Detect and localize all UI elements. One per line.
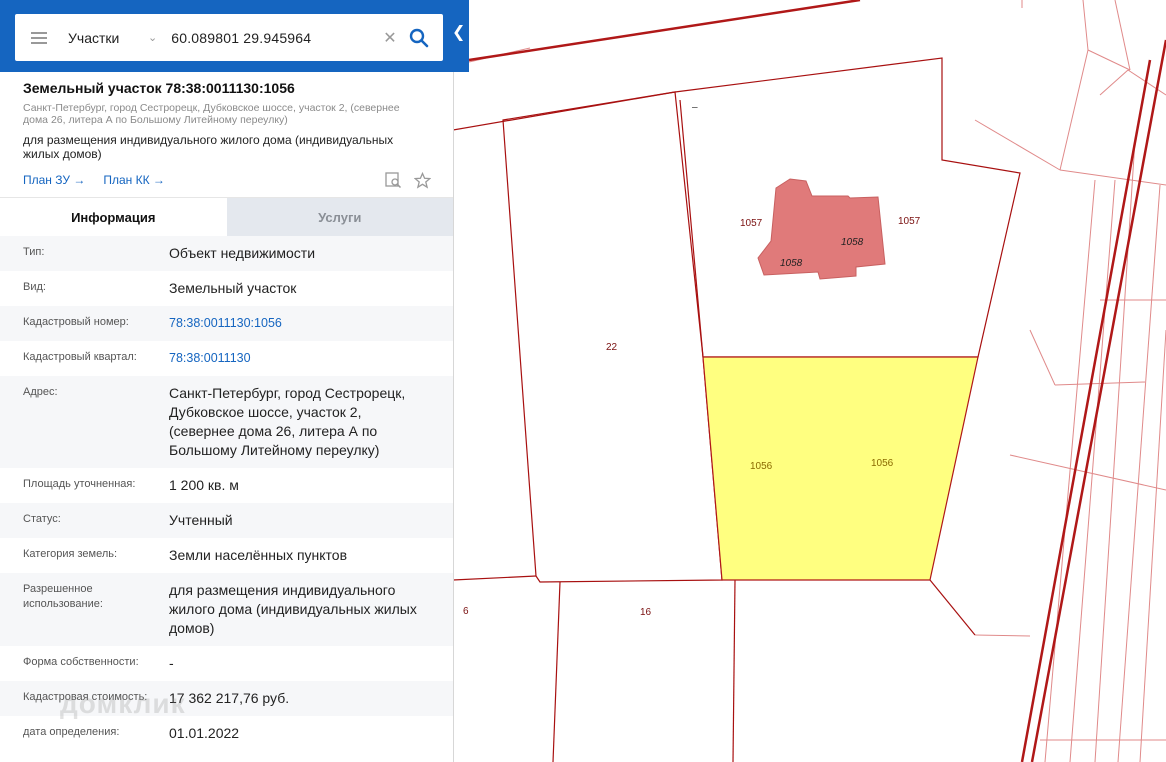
- field-value: -: [169, 655, 174, 671]
- parcel-label-1057: 1057: [740, 218, 763, 229]
- info-row-cadastral-quarter: Кадастровый квартал: 78:38:0011130: [0, 341, 453, 376]
- search-box: Участки ⌄ 60.089801 29.945964 ✕: [15, 14, 443, 61]
- info-row-type: Тип: Объект недвижимости: [0, 236, 453, 271]
- field-value: Учтенный: [169, 512, 233, 528]
- search-input[interactable]: 60.089801 29.945964: [171, 30, 371, 46]
- info-panel: Земельный участок 78:38:0011130:1056 Сан…: [0, 72, 454, 762]
- search-bar-container: Участки ⌄ 60.089801 29.945964 ✕ ❮: [0, 0, 469, 72]
- field-value-line: (севернее дома 26, литера А по: [169, 423, 378, 439]
- card-title: Земельный участок 78:38:0011130:1056: [23, 80, 295, 96]
- field-label: дата определения:: [23, 726, 120, 738]
- star-icon[interactable]: [414, 171, 431, 189]
- field-value: Земли населённых пунктов: [169, 547, 348, 563]
- field-label: Разрешенное использование:: [23, 581, 169, 638]
- field-label: Категория земель:: [23, 548, 118, 560]
- field-value: 1 200 кв. м: [169, 477, 239, 493]
- field-value: 17 362 217,76 руб.: [169, 690, 290, 706]
- field-value-line: Дубковское шоссе, участок 2,: [169, 404, 362, 420]
- parcel-label-16: 16: [640, 607, 652, 618]
- card-purpose-line: для размещения индивидуального жилого до…: [23, 133, 394, 147]
- field-label: Кадастровый квартал:: [23, 351, 137, 363]
- tab-services[interactable]: Услуги: [226, 198, 453, 236]
- chevron-down-icon[interactable]: ⌄: [148, 31, 157, 44]
- card-purpose: для размещения индивидуального жилого до…: [23, 133, 431, 161]
- collapse-panel-icon[interactable]: ❮: [452, 22, 465, 42]
- info-row-cadastral-number: Кадастровый номер: 78:38:0011130:1056: [0, 306, 453, 341]
- field-value-line: жилого дома (индивидуальных жилых: [169, 601, 417, 617]
- info-row-area: Площадь уточненная: 1 200 кв. м: [0, 468, 453, 503]
- menu-icon[interactable]: [31, 31, 47, 44]
- search-icon[interactable]: [409, 28, 429, 48]
- field-value-line: для размещения индивидуального: [169, 582, 396, 598]
- field-label: Вид:: [23, 281, 46, 293]
- field-label-line: Разрешенное: [23, 583, 93, 595]
- info-row-date: дата определения: 01.01.2022: [0, 716, 453, 751]
- field-label: Форма собственности:: [23, 656, 139, 668]
- field-label: Тип:: [23, 246, 45, 258]
- field-label: Кадастровый номер:: [23, 316, 129, 328]
- parcel-label-1057: 1057: [898, 216, 921, 227]
- field-value: Земельный участок: [169, 280, 297, 296]
- card-address-line: Санкт-Петербург, город Сестрорецк, Дубко…: [23, 102, 400, 114]
- field-value: для размещения индивидуального жилого до…: [169, 581, 431, 638]
- layer-select[interactable]: Участки: [68, 30, 130, 46]
- parcel-label-1056: 1056: [871, 458, 894, 469]
- building-1058[interactable]: [757, 178, 886, 280]
- info-row-address: Адрес: Санкт-Петербург, город Сестрорецк…: [0, 376, 453, 468]
- card-links: План ЗУ → План КК →: [23, 170, 431, 190]
- field-label-line: использование:: [23, 598, 103, 610]
- map-mark: –: [691, 102, 698, 113]
- parcel-label-6: 6: [463, 606, 469, 617]
- field-value: Объект недвижимости: [169, 245, 316, 261]
- field-value: Санкт-Петербург, город Сестрорецк, Дубко…: [169, 384, 431, 460]
- info-row-ownership: Форма собственности: -: [0, 646, 453, 681]
- clear-icon[interactable]: ✕: [383, 28, 396, 48]
- building-label-1058: 1058: [841, 237, 864, 248]
- parcel-label-22: 22: [606, 342, 618, 353]
- info-row-permitted-use: Разрешенное использование: для размещени…: [0, 573, 453, 646]
- cadastral-number-link[interactable]: 78:38:0011130:1056: [169, 314, 431, 333]
- cadastral-quarter-link[interactable]: 78:38:0011130: [169, 349, 431, 368]
- plan-kk-link[interactable]: План КК →: [103, 173, 165, 187]
- field-label: Адрес:: [23, 386, 58, 398]
- card-address: Санкт-Петербург, город Сестрорецк, Дубко…: [23, 102, 431, 126]
- field-value-line: домов): [169, 620, 215, 636]
- watermark-logo: домклик: [60, 688, 186, 719]
- field-value: 01.01.2022: [169, 725, 240, 741]
- tab-information[interactable]: Информация: [0, 198, 227, 236]
- info-row-kind: Вид: Земельный участок: [0, 271, 453, 306]
- building-label-1058: 1058: [780, 258, 803, 269]
- info-table: Тип: Объект недвижимости Вид: Земельный …: [0, 236, 453, 751]
- plan-zu-link[interactable]: План ЗУ →: [23, 173, 85, 187]
- info-row-status: Статус: Учтенный: [0, 503, 453, 538]
- selected-parcel-1056[interactable]: [702, 356, 979, 581]
- field-value-line: Санкт-Петербург, город Сестрорецк,: [169, 385, 406, 401]
- tab-bar: Информация Услуги: [0, 197, 453, 236]
- card-address-line: дома 26, литера А по Большому Литейному …: [23, 114, 288, 126]
- field-label: Статус:: [23, 513, 61, 525]
- info-row-land-category: Категория земель: Земли населённых пункт…: [0, 538, 453, 573]
- field-label: Площадь уточненная:: [23, 478, 136, 490]
- card-header: Земельный участок 78:38:0011130:1056 Сан…: [0, 72, 453, 190]
- zoom-to-object-icon[interactable]: [385, 171, 402, 189]
- card-purpose-line: жилых домов): [23, 147, 102, 161]
- parcel-label-1056: 1056: [750, 461, 773, 472]
- card-tools: [385, 171, 431, 189]
- field-value-line: Большому Литейному переулку): [169, 442, 380, 458]
